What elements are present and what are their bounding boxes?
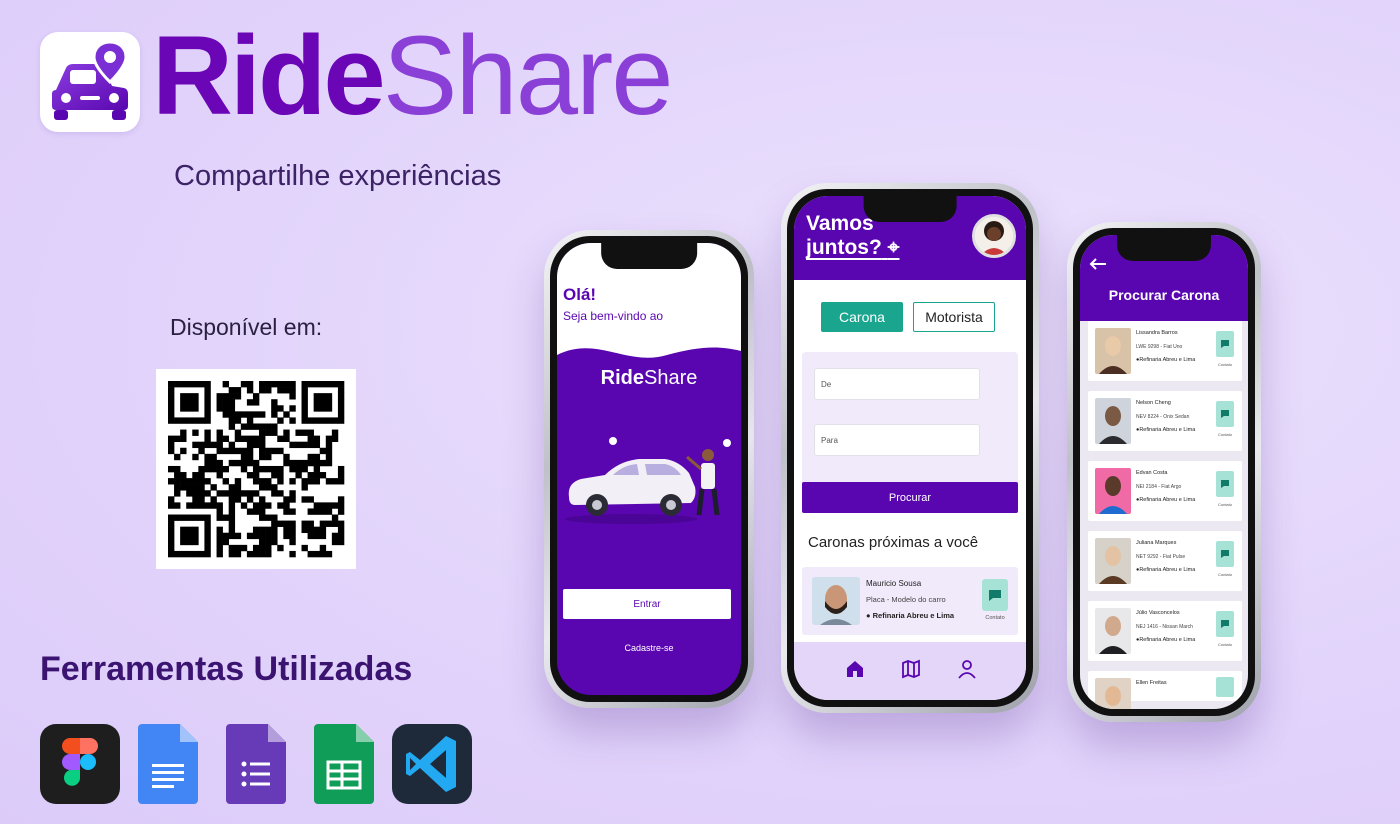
vscode-icon <box>392 724 472 804</box>
figma-icon <box>40 724 120 804</box>
contact-button[interactable] <box>1216 541 1234 567</box>
user-avatar[interactable] <box>972 214 1016 258</box>
nearby-ride-card[interactable]: Mauricio Sousa Placa - Modelo do carro ●… <box>802 567 1018 635</box>
home-icon[interactable] <box>844 658 866 680</box>
greeting: Olá! <box>563 285 597 304</box>
driver-photo <box>1095 328 1131 374</box>
driver-card[interactable]: Juliana Marques NET 9292 - Fiat Pulse ●Ref… <box>1088 531 1242 591</box>
driver-photo <box>1095 608 1131 654</box>
qr-code-image <box>168 381 345 558</box>
app-logo <box>40 32 140 132</box>
profile-icon[interactable] <box>956 658 978 680</box>
driver-name: Mauricio Sousa <box>866 579 922 588</box>
map-icon[interactable] <box>900 658 922 680</box>
tools-title: Ferramentas Utilizadas <box>40 650 413 688</box>
brand-light: Share <box>382 13 674 138</box>
driver-location: ●Refinaria Abreu e Lima <box>1136 497 1196 503</box>
driver-car: NEV 8224 - Onix Sedan <box>1136 414 1190 420</box>
driver-car: NEJ 1416 - Nissan March <box>1136 624 1193 630</box>
chat-icon <box>1221 550 1229 558</box>
driver-location: ●Refinaria Abreu e Lima <box>1136 567 1196 573</box>
bottom-nav <box>794 642 1026 700</box>
phone-welcome: Olá! Seja bem-vindo ao RideShare Entrar … <box>544 230 754 708</box>
brand-title: RideShare <box>152 20 674 132</box>
driver-name: Nelson Cheng <box>1136 400 1171 406</box>
chat-icon <box>1221 340 1229 348</box>
driver-location: ●Refinaria Abreu e Lima <box>1136 637 1196 643</box>
driver-car: Placa - Modelo do carro <box>866 595 946 604</box>
phone-home: Vamos juntos? ⌖ Carona Motorista De Para… <box>781 183 1039 713</box>
chat-icon <box>989 590 1001 601</box>
search-screen: Procurar Carona Lissandra Barros LWE 9298… <box>1080 235 1248 709</box>
contact-button[interactable] <box>1216 611 1234 637</box>
driver-card[interactable]: Nelson Cheng NEV 8224 - Onix Sedan ●Refina… <box>1088 391 1242 451</box>
driver-name: Lissandra Barros <box>1136 330 1178 336</box>
contact-label: Contato <box>1217 572 1232 577</box>
contact-label: Contato <box>1217 432 1232 437</box>
search-button[interactable]: Procurar <box>802 482 1018 513</box>
driver-photo <box>812 577 860 625</box>
contact-button[interactable] <box>1216 677 1234 697</box>
driver-location: ●Refinaria Abreu e Lima <box>1136 427 1196 433</box>
driver-photo <box>1095 398 1131 444</box>
driver-location: ● Refinaria Abreu e Lima <box>866 611 955 620</box>
welcome-brand: RideShare <box>600 367 698 389</box>
google-sheets-icon <box>314 724 374 804</box>
phone-search: Procurar Carona Lissandra Barros LWE 9298… <box>1067 222 1261 722</box>
google-forms-icon <box>226 724 286 804</box>
brand-bold: Ride <box>152 13 386 138</box>
tab-motorista[interactable]: Motorista <box>913 302 995 332</box>
login-button[interactable]: Entrar <box>563 589 731 619</box>
driver-photo <box>1095 468 1131 514</box>
to-field[interactable]: Para <box>814 424 980 456</box>
from-field[interactable]: De <box>814 368 980 400</box>
driver-name: Juliana Marques <box>1136 540 1177 546</box>
chat-icon <box>1221 410 1229 418</box>
contact-button[interactable] <box>1216 401 1234 427</box>
driver-photo <box>1095 678 1131 709</box>
contact-label: Contato <box>1217 502 1232 507</box>
contact-label: Contato <box>1217 362 1232 367</box>
driver-location: ●Refinaria Abreu e Lima <box>1136 357 1196 363</box>
driver-name: Júlio Vasconcelos <box>1136 610 1180 616</box>
home-screen: Vamos juntos? ⌖ Carona Motorista De Para… <box>794 196 1026 700</box>
welcome-screen: Olá! Seja bem-vindo ao RideShare Entrar … <box>557 243 741 695</box>
driver-car: NEI 2184 - Fiat Argo <box>1136 484 1182 490</box>
contact-button[interactable] <box>1216 471 1234 497</box>
tagline: Compartilhe experiências <box>174 160 502 192</box>
driver-photo <box>1095 538 1131 584</box>
driver-card[interactable]: Ellen Freitas <box>1088 671 1242 709</box>
location-pin-icon: ⌖ <box>887 236 900 259</box>
contact-label: Contato <box>1217 642 1232 647</box>
qr-code[interactable] <box>156 369 356 569</box>
driver-car: NET 9292 - Fiat Pulse <box>1136 554 1186 560</box>
welcome-subtitle: Seja bem-vindo ao <box>563 309 664 323</box>
availability-label: Disponível em: <box>170 314 323 340</box>
driver-name: Ellen Freitas <box>1136 680 1167 686</box>
driver-card[interactable]: Júlio Vasconcelos NEJ 1416 - Nissan March… <box>1088 601 1242 661</box>
back-arrow-icon[interactable] <box>1088 257 1108 271</box>
signup-link[interactable]: Cadastre-se <box>557 643 741 653</box>
nearby-title: Caronas próximas a você <box>808 534 979 551</box>
driver-card[interactable]: Edvan Costa NEI 2184 - Fiat Argo ●Refinari… <box>1088 461 1242 521</box>
search-title: Procurar Carona <box>1108 287 1220 303</box>
driver-name: Edvan Costa <box>1136 470 1168 476</box>
tab-carona[interactable]: Carona <box>821 302 903 332</box>
chat-icon <box>1221 480 1229 488</box>
google-docs-icon <box>138 724 198 804</box>
car-illustration <box>565 437 731 524</box>
driver-card[interactable]: Lissandra Barros LWE 9298 - Fiat Uno ●Refi… <box>1088 321 1242 381</box>
driver-car: LWE 9298 - Fiat Uno <box>1136 344 1183 350</box>
chat-icon <box>1221 620 1229 628</box>
pin-icon: ● <box>866 611 871 620</box>
contact-label: Contato <box>985 615 1005 621</box>
contact-button[interactable] <box>982 579 1008 611</box>
contact-button[interactable] <box>1216 331 1234 357</box>
car-location-icon <box>52 40 128 120</box>
